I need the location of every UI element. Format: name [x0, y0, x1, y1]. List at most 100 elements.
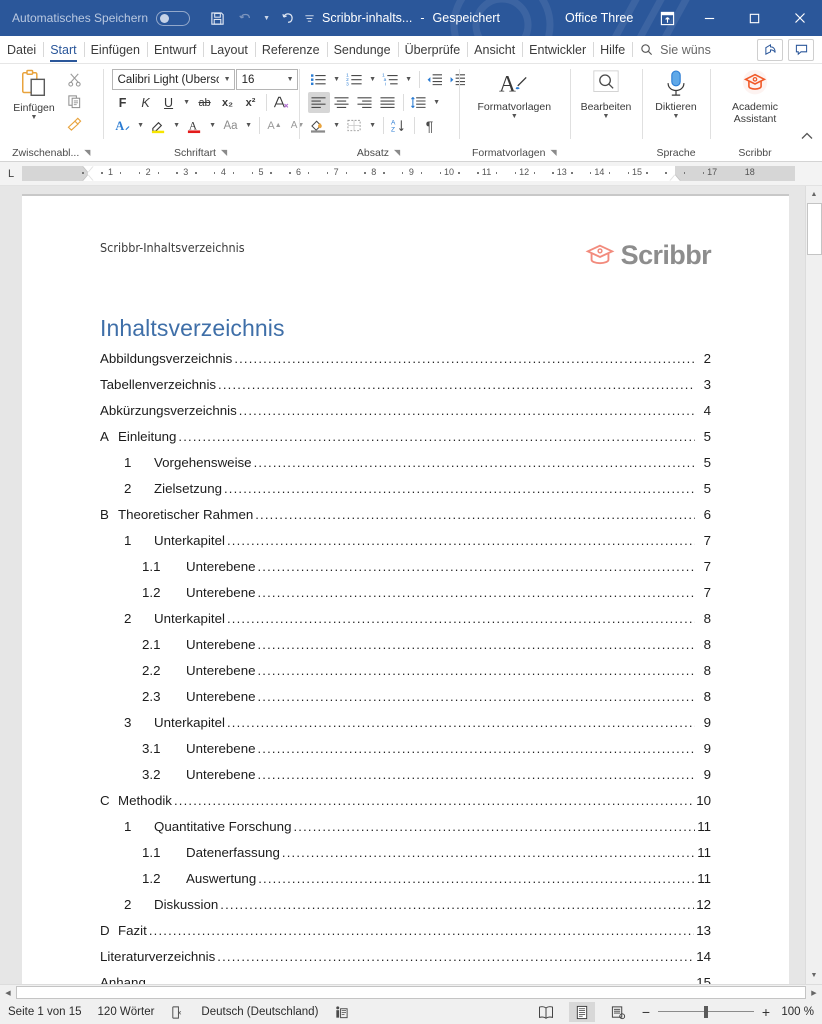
minimize-icon[interactable]: [687, 0, 732, 36]
toc-entry[interactable]: Anhang..................................…: [100, 975, 711, 984]
paste-button[interactable]: Einfügen ▼: [5, 67, 63, 144]
multilevel-list-icon[interactable]: 1ai: [380, 69, 402, 90]
numbered-list-dropdown-caret[interactable]: ▼: [367, 69, 379, 90]
align-center-icon[interactable]: [331, 92, 353, 113]
line-spacing-icon[interactable]: [408, 92, 430, 113]
change-case-button[interactable]: Aa: [220, 115, 242, 136]
zoom-slider-knob[interactable]: [704, 1006, 708, 1018]
accessibility-checker-icon[interactable]: [334, 1005, 349, 1020]
font-name-combo[interactable]: Calibri Light (Übersc ▼: [112, 69, 235, 90]
cut-scissors-icon[interactable]: [63, 69, 85, 90]
borders-icon[interactable]: [344, 115, 366, 136]
proofing-errors-icon[interactable]: x: [170, 1005, 185, 1020]
text-highlight-icon[interactable]: [148, 115, 170, 136]
tab-ansicht[interactable]: Ansicht: [467, 36, 522, 63]
sort-icon[interactable]: AZ: [388, 115, 410, 136]
zoom-out-button[interactable]: −: [641, 1004, 651, 1020]
toc-entry[interactable]: 2Zielsetzung............................…: [100, 481, 711, 507]
align-left-icon[interactable]: [308, 92, 330, 113]
toc-entry[interactable]: 1.2Unterebene...........................…: [100, 585, 711, 611]
right-indent-marker[interactable]: [670, 175, 680, 181]
strikethrough-button[interactable]: ab: [194, 92, 216, 113]
justify-icon[interactable]: [377, 92, 399, 113]
account-name[interactable]: Office Three: [565, 11, 633, 25]
numbered-list-icon[interactable]: 123: [344, 69, 366, 90]
toc-entry[interactable]: 2.1Unterebene...........................…: [100, 637, 711, 663]
clear-formatting-icon[interactable]: [271, 92, 293, 113]
save-icon[interactable]: [204, 6, 230, 30]
decrease-indent-icon[interactable]: [424, 69, 446, 90]
horizontal-scrollbar[interactable]: ◀ ▶: [0, 984, 822, 1000]
comments-icon[interactable]: [788, 39, 814, 61]
academic-assistant-button[interactable]: Academic Assistant: [715, 67, 795, 144]
word-count[interactable]: 120 Wörter: [98, 1006, 155, 1018]
tab-stop-selector[interactable]: L: [0, 168, 22, 180]
horizontal-ruler[interactable]: 1234567891011121314151718: [22, 166, 795, 181]
toc-entry[interactable]: Literaturverzeichnis....................…: [100, 949, 711, 975]
tab-referenzen[interactable]: Referenze: [255, 36, 327, 63]
tab-entwurf[interactable]: Entwurf: [147, 36, 203, 63]
toc-entry[interactable]: 1Quantitative Forschung.................…: [100, 819, 711, 845]
zoom-slider[interactable]: [658, 1005, 754, 1019]
tab-start[interactable]: Start: [43, 36, 83, 63]
scroll-right-arrow-icon[interactable]: ▶: [806, 985, 822, 1000]
font-color-icon[interactable]: A: [184, 115, 206, 136]
zoom-in-button[interactable]: +: [761, 1004, 771, 1020]
horizontal-scroll-thumb[interactable]: [16, 986, 806, 999]
highlight-dropdown-caret[interactable]: ▼: [171, 115, 183, 136]
shading-dropdown-caret[interactable]: ▼: [331, 115, 343, 136]
grow-font-button[interactable]: A▲: [264, 115, 286, 136]
zoom-level[interactable]: 100 %: [778, 1006, 814, 1018]
toc-entry[interactable]: CMethodik...............................…: [100, 793, 711, 819]
maximize-icon[interactable]: [732, 0, 777, 36]
tab-entwickler[interactable]: Entwickler: [522, 36, 593, 63]
show-formatting-marks-button[interactable]: ¶: [419, 115, 441, 136]
toc-entry[interactable]: 2Unterkapitel...........................…: [100, 611, 711, 637]
font-dialog-launcher-icon[interactable]: ◥: [221, 148, 227, 157]
tell-me-search[interactable]: Sie wüns: [632, 36, 719, 63]
styles-dropdown-caret[interactable]: ▼: [511, 113, 518, 121]
borders-dropdown-caret[interactable]: ▼: [367, 115, 379, 136]
text-effects-dropdown-caret[interactable]: ▼: [135, 115, 147, 136]
toc-entry[interactable]: 1.1Datenerfassung.......................…: [100, 845, 711, 871]
bullet-list-dropdown-caret[interactable]: ▼: [331, 69, 343, 90]
scroll-down-arrow-icon[interactable]: ▼: [806, 967, 822, 984]
toc-entry[interactable]: AEinleitung.............................…: [100, 429, 711, 455]
editing-dropdown-caret[interactable]: ▼: [603, 113, 610, 121]
close-icon[interactable]: [777, 0, 822, 36]
toc-entry[interactable]: 2Diskussion.............................…: [100, 897, 711, 923]
toc-entry[interactable]: 3.1Unterebene...........................…: [100, 741, 711, 767]
print-layout-icon[interactable]: [569, 1002, 595, 1022]
clipboard-dialog-launcher-icon[interactable]: ◥: [84, 148, 90, 157]
tab-einfuegen[interactable]: Einfügen: [84, 36, 147, 63]
toc-entry[interactable]: 3Unterkapitel...........................…: [100, 715, 711, 741]
toc-entry[interactable]: DFazit..................................…: [100, 923, 711, 949]
italic-button[interactable]: K: [135, 92, 157, 113]
shading-icon[interactable]: [308, 115, 330, 136]
page-indicator[interactable]: Seite 1 von 15: [8, 1006, 82, 1018]
toc-entry[interactable]: 1.2Auswertung...........................…: [100, 871, 711, 897]
change-case-dropdown-caret[interactable]: ▼: [243, 115, 255, 136]
underline-button[interactable]: U: [158, 92, 180, 113]
first-line-indent-marker[interactable]: [83, 166, 93, 172]
align-right-icon[interactable]: [354, 92, 376, 113]
hanging-indent-marker[interactable]: [83, 175, 93, 181]
toc-entry[interactable]: BTheoretischer Rahmen...................…: [100, 507, 711, 533]
tab-ueberpruefen[interactable]: Überprüfe: [398, 36, 468, 63]
styles-button[interactable]: A Formatvorlagen ▼: [464, 67, 564, 144]
font-size-dropdown-caret[interactable]: ▼: [282, 76, 294, 83]
toc-entry[interactable]: 1.1Unterebene...........................…: [100, 559, 711, 585]
styles-dialog-launcher-icon[interactable]: ◥: [550, 148, 556, 157]
ribbon-display-options-icon[interactable]: [647, 0, 687, 36]
toc-entry[interactable]: 2.3Unterebene...........................…: [100, 689, 711, 715]
toc-entry[interactable]: 1Vorgehensweise.........................…: [100, 455, 711, 481]
horizontal-scroll-track[interactable]: [16, 985, 806, 1000]
toc-entry[interactable]: Tabellenverzeichnis.....................…: [100, 377, 711, 403]
text-effects-icon[interactable]: A: [112, 115, 134, 136]
copy-icon[interactable]: [63, 91, 85, 112]
web-layout-icon[interactable]: [605, 1002, 631, 1022]
dictate-dropdown-caret[interactable]: ▼: [673, 113, 680, 121]
format-painter-icon[interactable]: [63, 113, 85, 134]
multilevel-list-dropdown-caret[interactable]: ▼: [403, 69, 415, 90]
scroll-up-arrow-icon[interactable]: ▲: [806, 186, 822, 203]
